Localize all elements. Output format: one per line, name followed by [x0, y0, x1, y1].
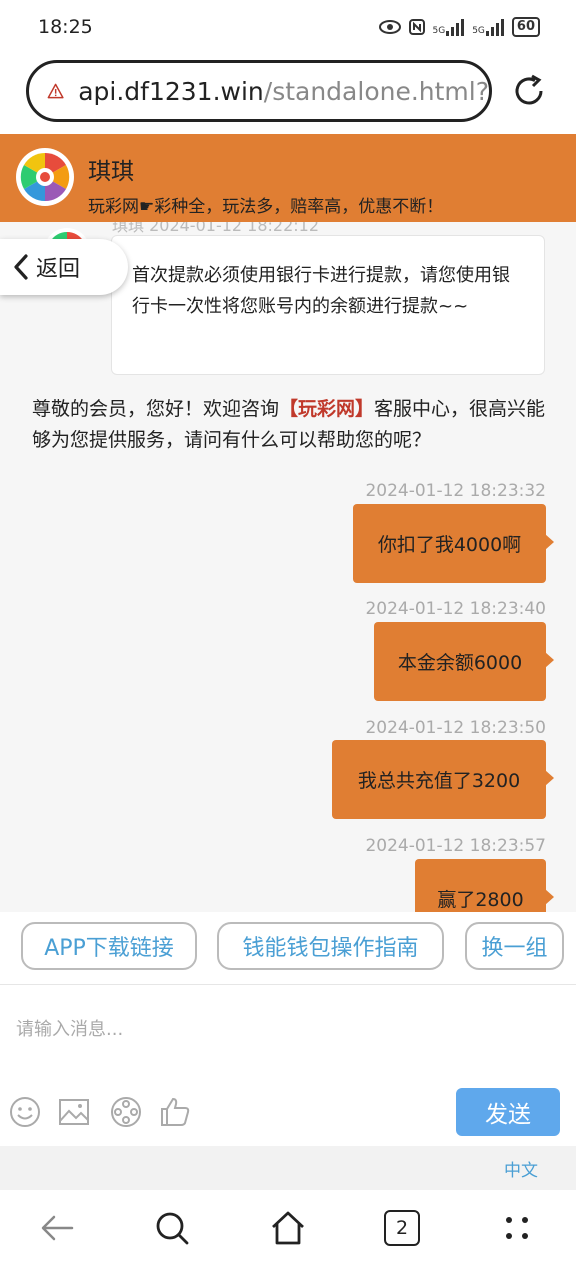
quick-reply-wallet-guide[interactable]: 钱能钱包操作指南 — [217, 922, 444, 970]
quick-reply-row: APP下载链接 钱能钱包操作指南 换一组 — [0, 912, 576, 982]
brand-name: 【玩彩网】 — [279, 398, 375, 420]
status-bar: 18:25 5G 5G 60 — [0, 0, 576, 56]
message-time: 2024-01-12 18:23:40 — [365, 599, 546, 619]
logo-icon — [17, 149, 73, 205]
signal-2: 5G — [472, 18, 504, 36]
agent-avatar — [16, 148, 74, 206]
tabs-button[interactable]: 2 — [384, 1210, 420, 1246]
signal-bars-icon — [446, 18, 465, 36]
status-icons: 5G 5G 60 — [378, 17, 540, 37]
warning-icon[interactable] — [47, 79, 64, 103]
address-bar[interactable]: api.df1231.win/standalone.html? — [26, 60, 492, 122]
message-input[interactable] — [16, 999, 556, 1059]
agent-name: 琪琪 — [88, 159, 134, 185]
status-time: 18:25 — [38, 16, 93, 38]
user-message-bubble: 赢了2800 — [415, 859, 554, 912]
agent-slogan: 玩彩网☛彩种全，玩法多，赔率高，优惠不断！ — [88, 197, 444, 217]
search-icon[interactable] — [152, 1208, 192, 1248]
signal-1: 5G — [433, 18, 465, 36]
nfc-icon — [408, 19, 425, 35]
tabs-count: 2 — [395, 1217, 409, 1239]
message-meta: 琪琪 2024-01-12 18:22:12 — [112, 222, 320, 235]
quick-reply-app-download[interactable]: APP下载链接 — [21, 922, 197, 970]
quick-reply-refresh[interactable]: 换一组 — [465, 922, 564, 970]
language-bar: 中文 — [0, 1146, 576, 1190]
user-message-bubble: 你扣了我4000啊 — [353, 504, 554, 583]
welcome-message: 尊敬的会员，您好！欢迎咨询【玩彩网】客服中心，很高兴能够为您提供服务，请问有什么… — [32, 398, 546, 451]
url-path: /standalone.html? — [263, 76, 489, 106]
url-text[interactable]: api.df1231.win/standalone.html? — [78, 77, 489, 106]
more-icon[interactable] — [497, 1208, 537, 1248]
message-time: 2024-01-12 18:23:57 — [365, 836, 546, 856]
film-reel-icon[interactable] — [109, 1095, 143, 1129]
battery-indicator: 60 — [511, 17, 540, 37]
message-time: 2024-01-12 18:23:32 — [365, 481, 546, 501]
emoji-icon[interactable] — [8, 1095, 42, 1129]
send-button[interactable]: 发送 — [456, 1088, 560, 1136]
chevron-left-icon — [14, 254, 28, 280]
thumbs-up-icon[interactable] — [158, 1095, 192, 1129]
eye-icon — [378, 20, 401, 34]
image-icon[interactable] — [57, 1095, 91, 1129]
back-arrow-icon[interactable] — [38, 1208, 78, 1248]
agent-message-bubble: 首次提款必须使用银行卡进行提款，请您使用银行卡一次性将您账号内的余额进行提款~~ — [111, 235, 545, 375]
message-composer: 发送 — [0, 984, 576, 1144]
back-button[interactable]: 返回 — [0, 239, 128, 295]
chat-area[interactable]: 琪琪 2024-01-12 18:22:12 首次提款必须使用银行卡进行提款，请… — [0, 222, 576, 912]
home-icon[interactable] — [268, 1208, 308, 1248]
user-message-bubble: 我总共充值了3200 — [332, 740, 554, 819]
message-time: 2024-01-12 18:23:50 — [365, 718, 546, 738]
back-label: 返回 — [36, 257, 81, 282]
user-message-bubble: 本金余额6000 — [374, 622, 554, 701]
reload-icon[interactable] — [508, 70, 550, 112]
url-domain: api.df1231.win — [78, 76, 264, 106]
signal-bars-icon — [485, 18, 504, 36]
browser-bottom-nav: 2 — [0, 1190, 576, 1280]
language-link[interactable]: 中文 — [504, 1156, 538, 1181]
chat-header: 琪琪 玩彩网☛彩种全，玩法多，赔率高，优惠不断！ — [0, 134, 576, 222]
